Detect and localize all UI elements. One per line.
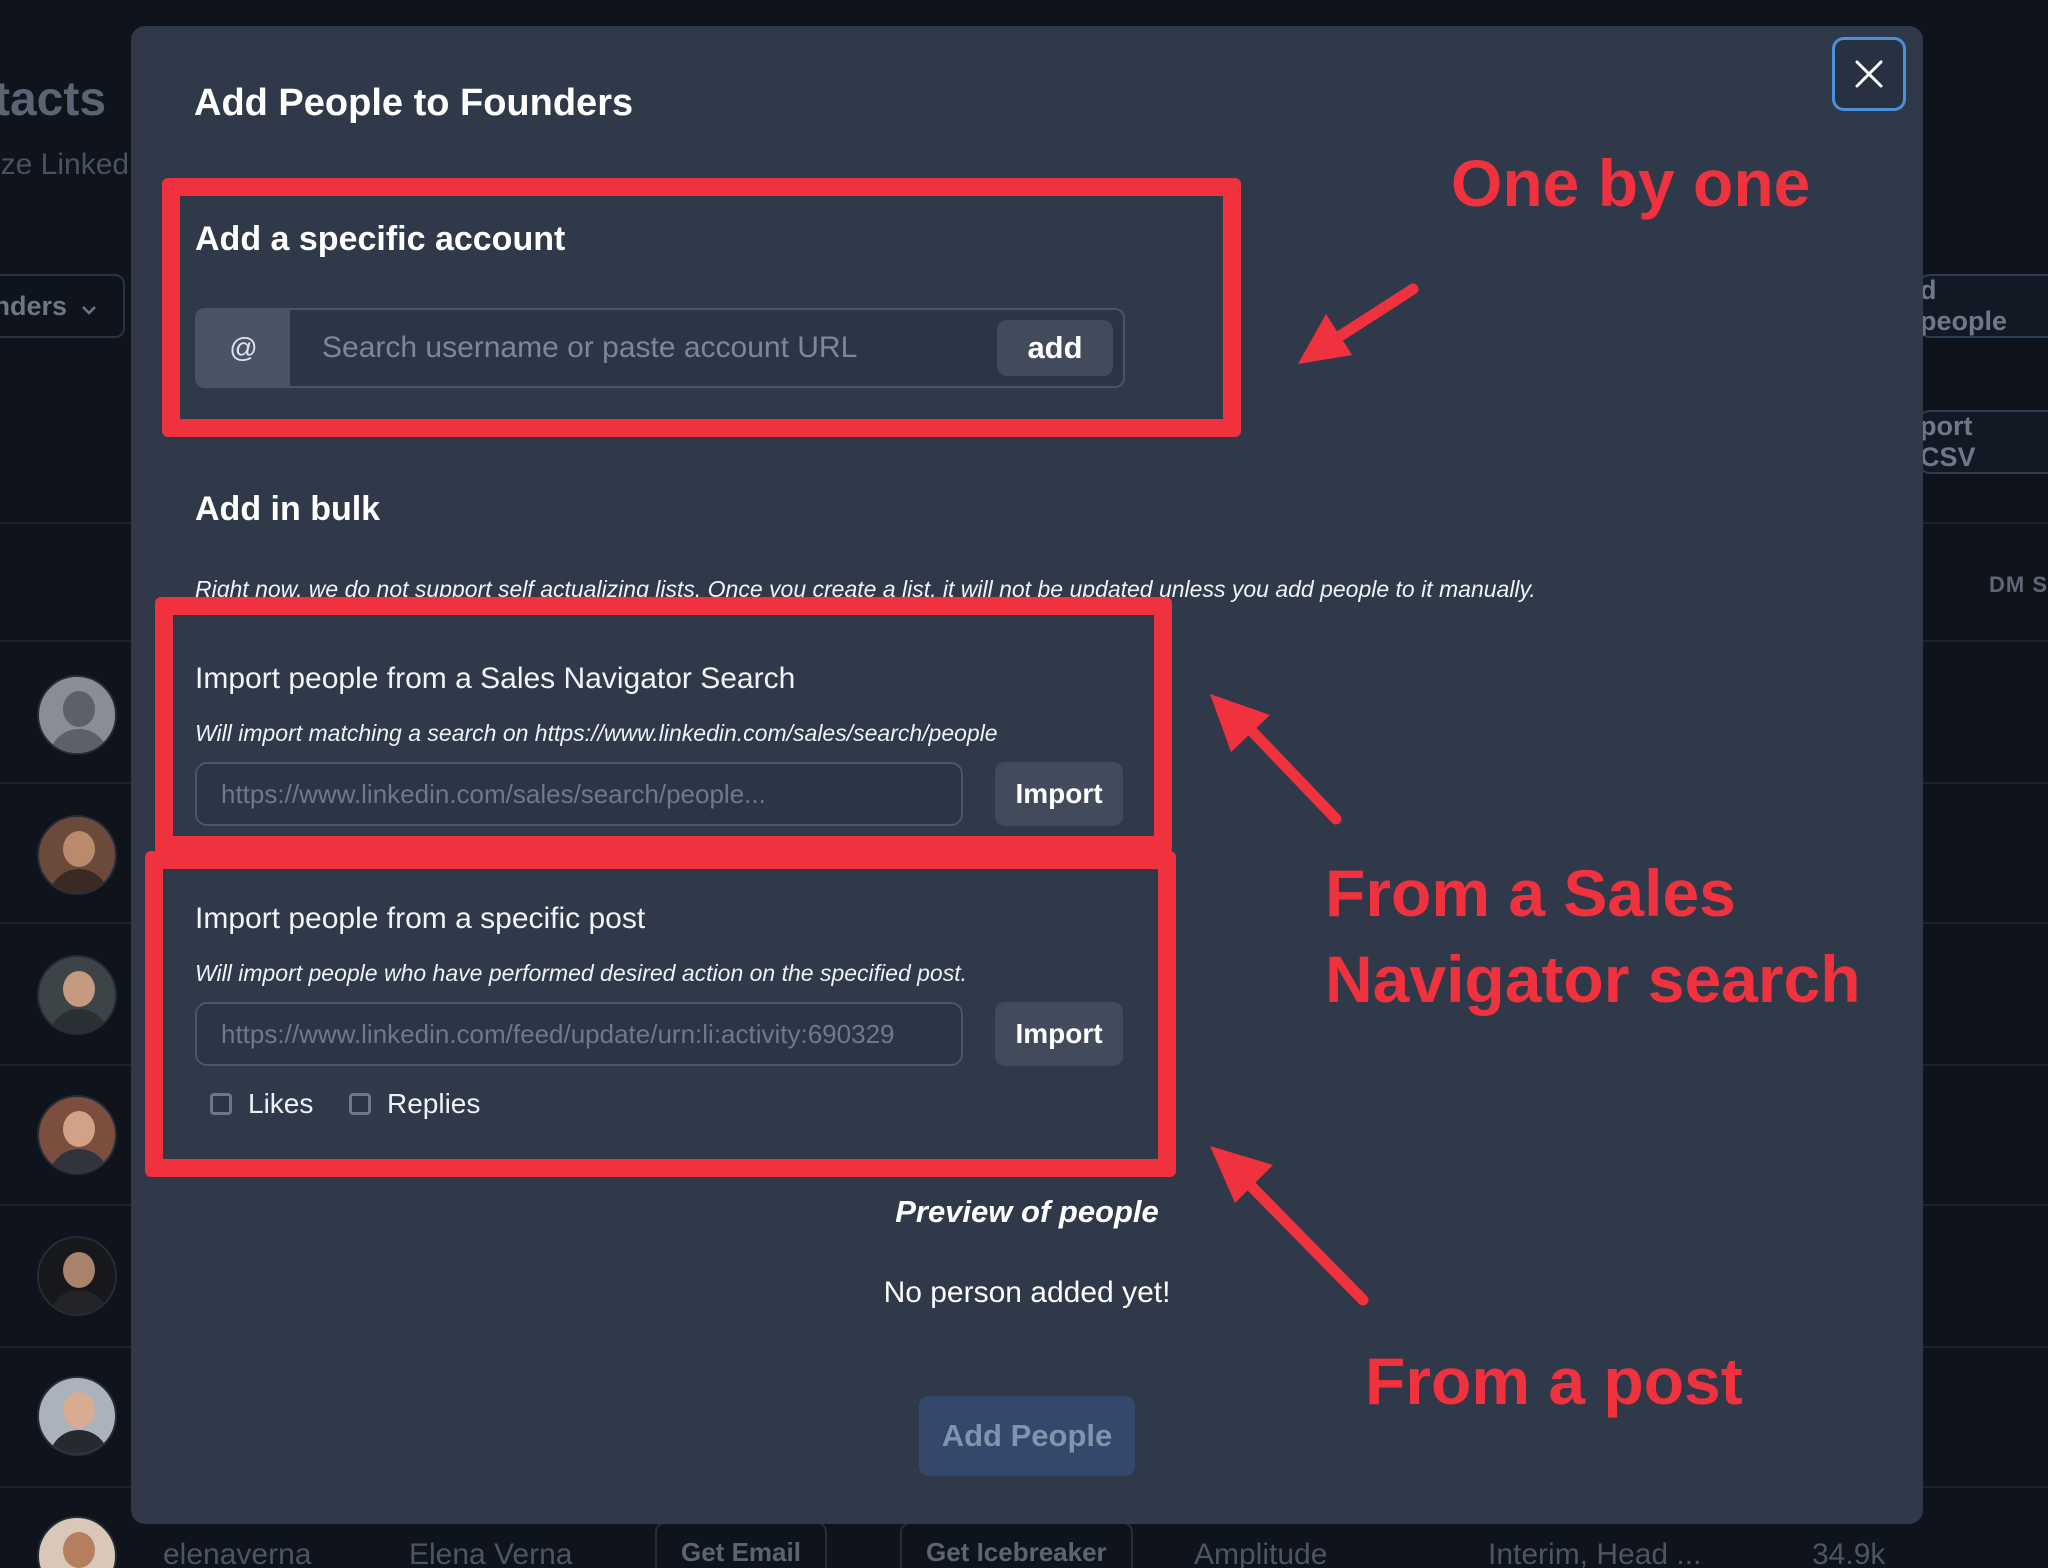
annotation-arrows	[1210, 283, 1419, 1306]
arrow-icon	[1298, 283, 1419, 364]
arrow-icon	[1210, 1146, 1369, 1306]
arrow-icon	[1210, 694, 1342, 825]
